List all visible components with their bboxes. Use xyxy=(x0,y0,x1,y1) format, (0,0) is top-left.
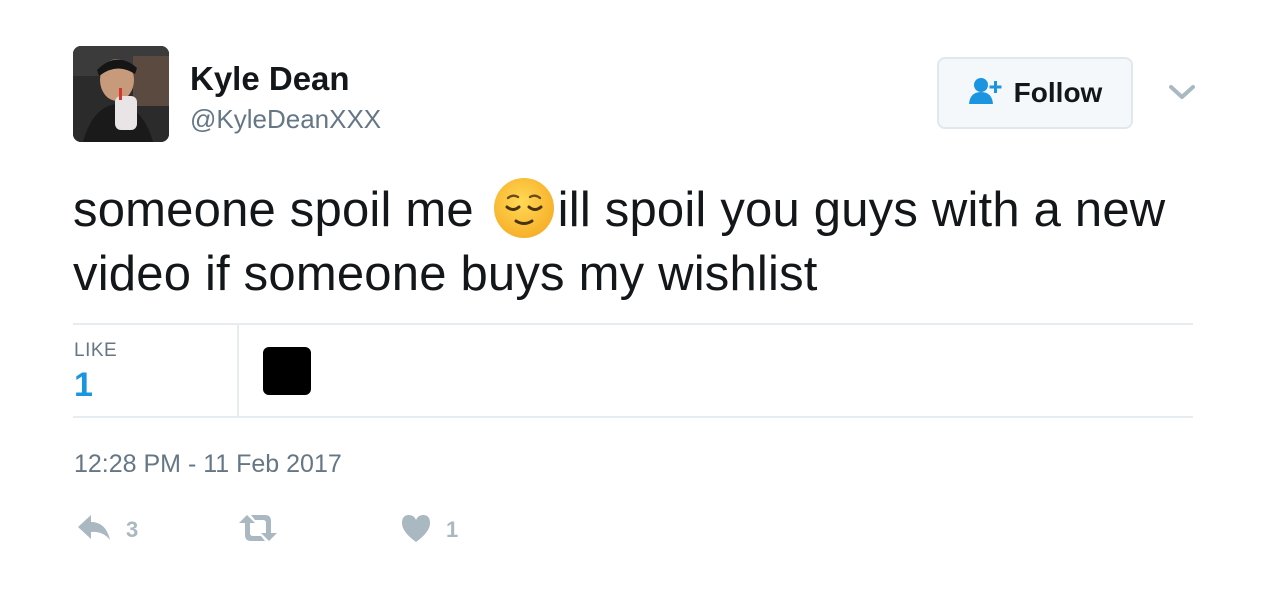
tweet-text-part-1: someone spoil me xyxy=(73,183,488,237)
tweet-text: someone spoil me ill spoil you guys with… xyxy=(73,176,1183,306)
retweet-button[interactable] xyxy=(237,512,293,548)
add-user-icon xyxy=(968,77,1004,110)
tweet-timestamp[interactable]: 12:28 PM - 11 Feb 2017 xyxy=(74,450,342,479)
heart-icon xyxy=(400,513,432,548)
liker-avatar[interactable] xyxy=(263,347,311,395)
reply-count: 3 xyxy=(126,517,139,542)
divider xyxy=(73,416,1193,418)
user-handle[interactable]: @KyleDeanXXX xyxy=(190,104,381,135)
tweet-card: Kyle Dean @KyleDeanXXX Follow someone sp… xyxy=(0,0,1270,592)
reply-icon xyxy=(76,513,112,548)
like-button[interactable]: 1 xyxy=(400,512,458,548)
relieved-face-emoji-icon xyxy=(492,176,556,240)
like-stat-label: LIKE xyxy=(74,340,118,361)
divider xyxy=(73,323,1193,325)
follow-button[interactable]: Follow xyxy=(937,57,1133,129)
user-display-name[interactable]: Kyle Dean xyxy=(190,60,350,98)
stats-separator xyxy=(237,325,239,417)
avatar[interactable] xyxy=(73,46,169,142)
like-count: 1 xyxy=(446,517,459,542)
chevron-down-icon[interactable] xyxy=(1167,80,1197,104)
follow-button-label: Follow xyxy=(1013,77,1103,108)
reply-button[interactable]: 3 xyxy=(76,512,138,548)
retweet-icon xyxy=(237,513,279,548)
like-stat-count[interactable]: 1 xyxy=(74,366,93,405)
